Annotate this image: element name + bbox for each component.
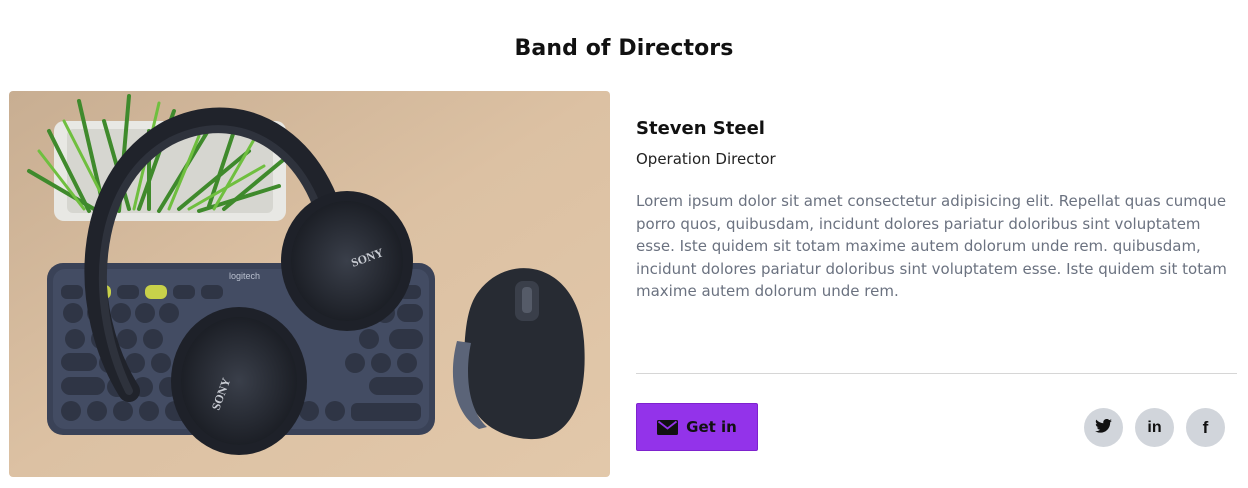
desk-illustration: logitech SONY SONY — [9, 91, 610, 477]
director-bio: Lorem ipsum dolor sit amet consectetur a… — [636, 192, 1227, 301]
facebook-icon: f — [1202, 417, 1209, 437]
director-info: Steven Steel Operation Director Lorem ip… — [636, 0, 1237, 488]
keyboard-brand: logitech — [229, 271, 260, 281]
facebook-button[interactable]: f — [1186, 408, 1225, 447]
twitter-icon — [1095, 418, 1112, 437]
director-name: Steven Steel — [636, 118, 765, 139]
linkedin-button[interactable]: in — [1135, 408, 1174, 447]
get-in-label: Get in — [686, 418, 737, 436]
director-role: Operation Director — [636, 150, 776, 168]
get-in-button[interactable]: Get in — [636, 403, 758, 451]
envelope-icon — [657, 419, 679, 435]
linkedin-icon: in — [1147, 418, 1162, 436]
twitter-button[interactable] — [1084, 408, 1123, 447]
divider — [636, 373, 1237, 374]
director-photo: logitech SONY SONY — [9, 91, 610, 477]
